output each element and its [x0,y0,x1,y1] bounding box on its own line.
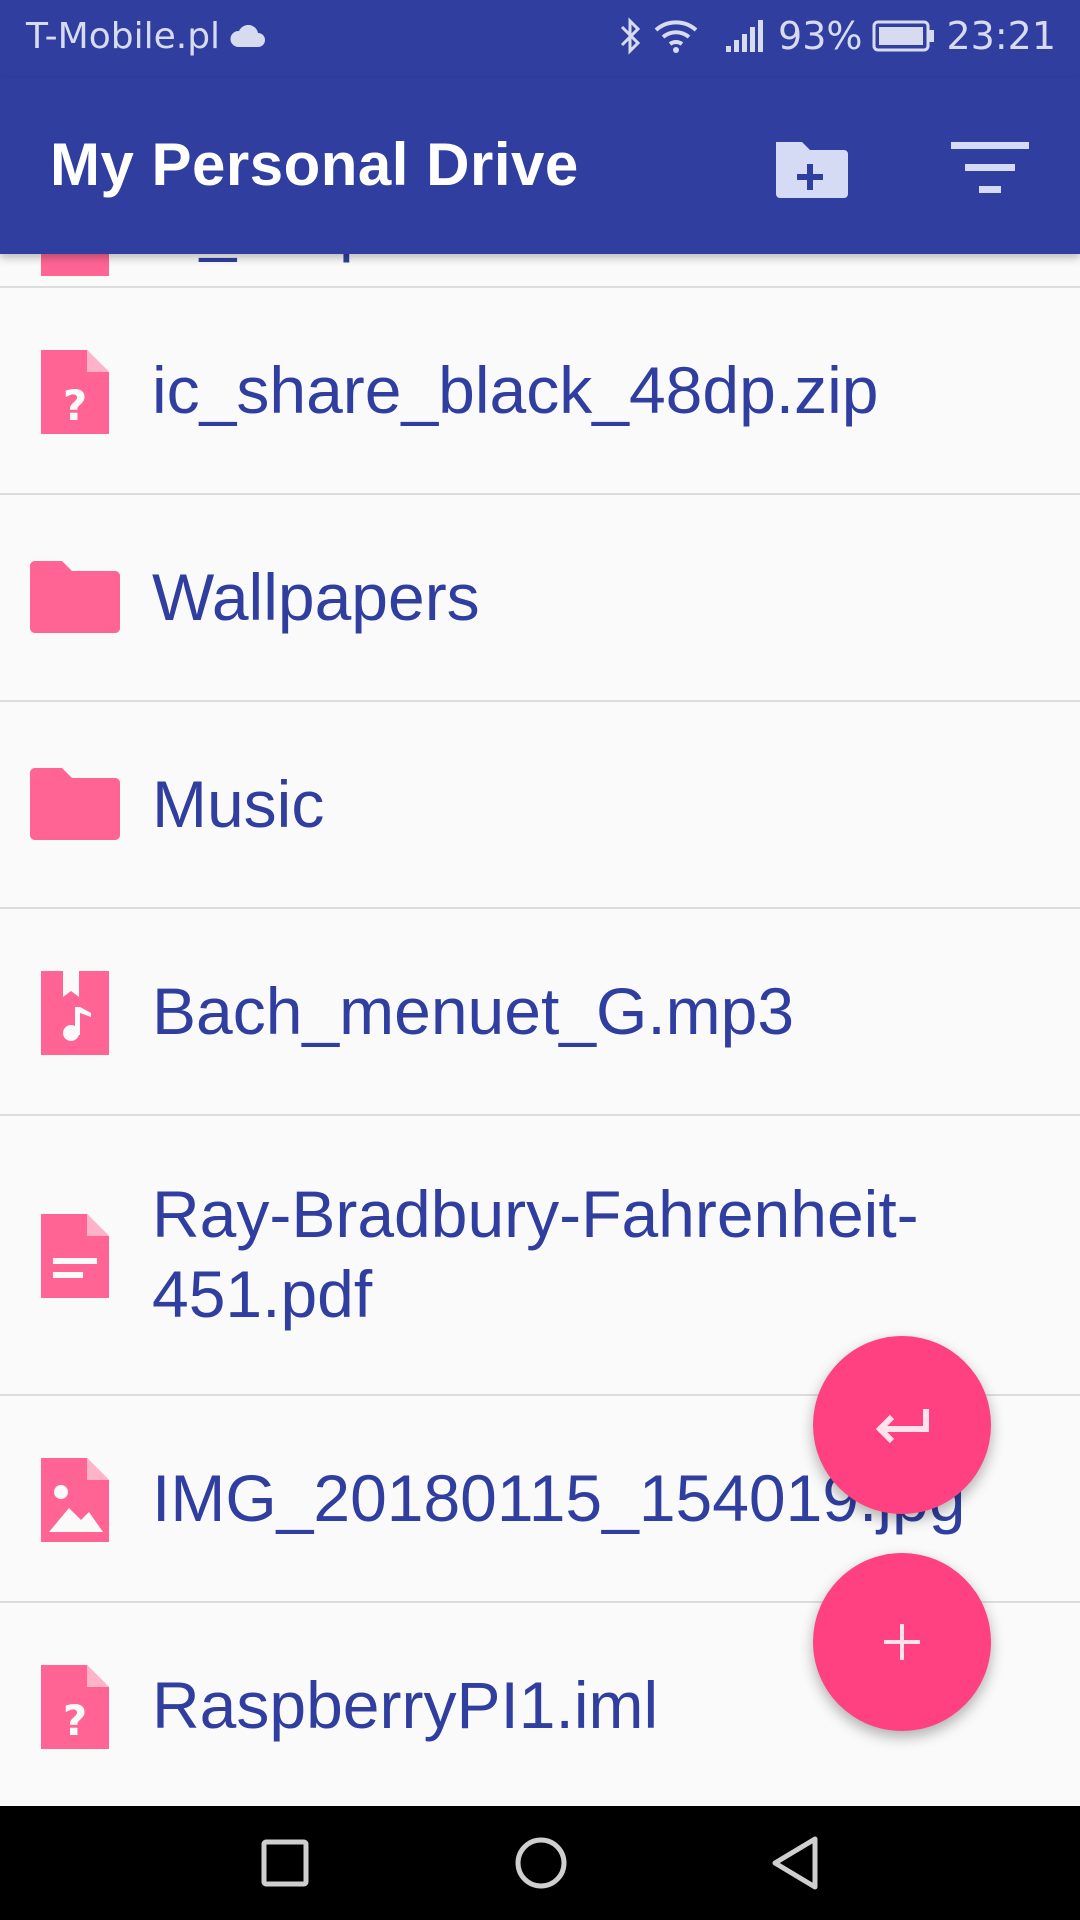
back-triangle-icon [772,1836,818,1890]
signal-icon [726,20,764,52]
cloud-icon [230,24,266,47]
back-fab-button[interactable] [813,1336,991,1514]
page-title: My Personal Drive [50,131,579,198]
battery-icon [872,20,936,52]
file-name: Music [152,767,325,841]
filter-button[interactable] [942,126,1038,210]
folder-icon [28,766,122,842]
clock: 23:21 [946,14,1056,58]
file-name: Ray-Bradbury-Fahrenheit-451.pdf [152,1177,919,1331]
list-item[interactable]: Music [0,702,1080,909]
unknown-file-icon: ? [28,346,122,438]
recents-square-icon [261,1839,309,1887]
audio-file-icon [28,967,122,1059]
add-fab-button[interactable] [813,1553,991,1731]
status-bar: T-Mobile.pl 93% 23:21 [0,0,1080,78]
system-nav-bar [0,1806,1080,1920]
recents-button[interactable] [240,1828,330,1898]
file-name: Bach_menuet_G.mp3 [152,974,795,1048]
folder-icon [28,559,122,635]
file-name: ic_share_black_48dp.zip [152,353,879,427]
filter-icon [951,142,1029,193]
status-left: T-Mobile.pl [26,16,266,57]
home-button[interactable] [496,1828,586,1898]
home-circle-icon [515,1837,567,1889]
bluetooth-icon [620,17,641,55]
carrier-name: T-Mobile.pl [26,16,221,57]
list-item[interactable]: Bach_menuet_G.mp3 [0,909,1080,1116]
svg-text:?: ? [63,1696,87,1745]
new-folder-button[interactable] [764,126,860,210]
unknown-file-icon [28,254,122,280]
list-item[interactable]: ? ic_share_black_48dp.zip [0,288,1080,495]
back-button[interactable] [750,1828,840,1898]
plus-icon [884,1624,920,1660]
unknown-file-icon: ? [28,1661,122,1753]
file-name: ic_...zip [152,254,1040,266]
svg-text:?: ? [63,381,87,430]
status-right: 93% 23:21 [618,14,1056,58]
wifi-icon [654,20,698,53]
list-item[interactable]: Wallpapers [0,495,1080,702]
image-file-icon [28,1454,122,1546]
battery-percent: 93% [778,14,863,58]
list-item[interactable]: ic_...zip [0,254,1080,288]
back-arrow-icon [875,1409,929,1444]
document-file-icon [28,1210,122,1302]
new-folder-icon [776,142,848,198]
app-bar: My Personal Drive [0,78,1080,254]
file-name: Wallpapers [152,560,480,634]
